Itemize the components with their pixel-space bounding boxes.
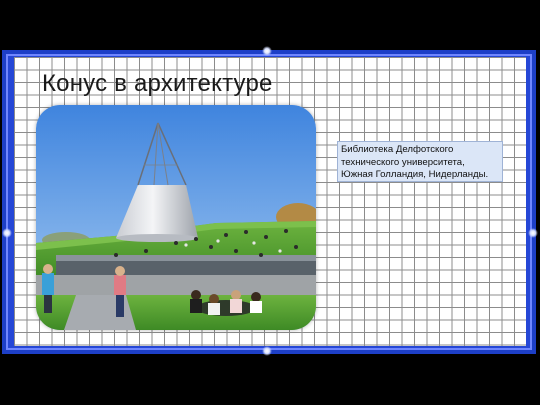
frame-sparkle-icon — [528, 228, 538, 238]
photo-caption: Библиотека Делфотского технического унив… — [337, 141, 503, 182]
frame-sparkle-icon — [262, 46, 272, 56]
frame-sparkle-icon — [2, 228, 12, 238]
frame-sparkle-icon — [262, 346, 272, 356]
library-photo — [36, 105, 316, 330]
slide-title: Конус в архитектуре — [42, 70, 273, 97]
